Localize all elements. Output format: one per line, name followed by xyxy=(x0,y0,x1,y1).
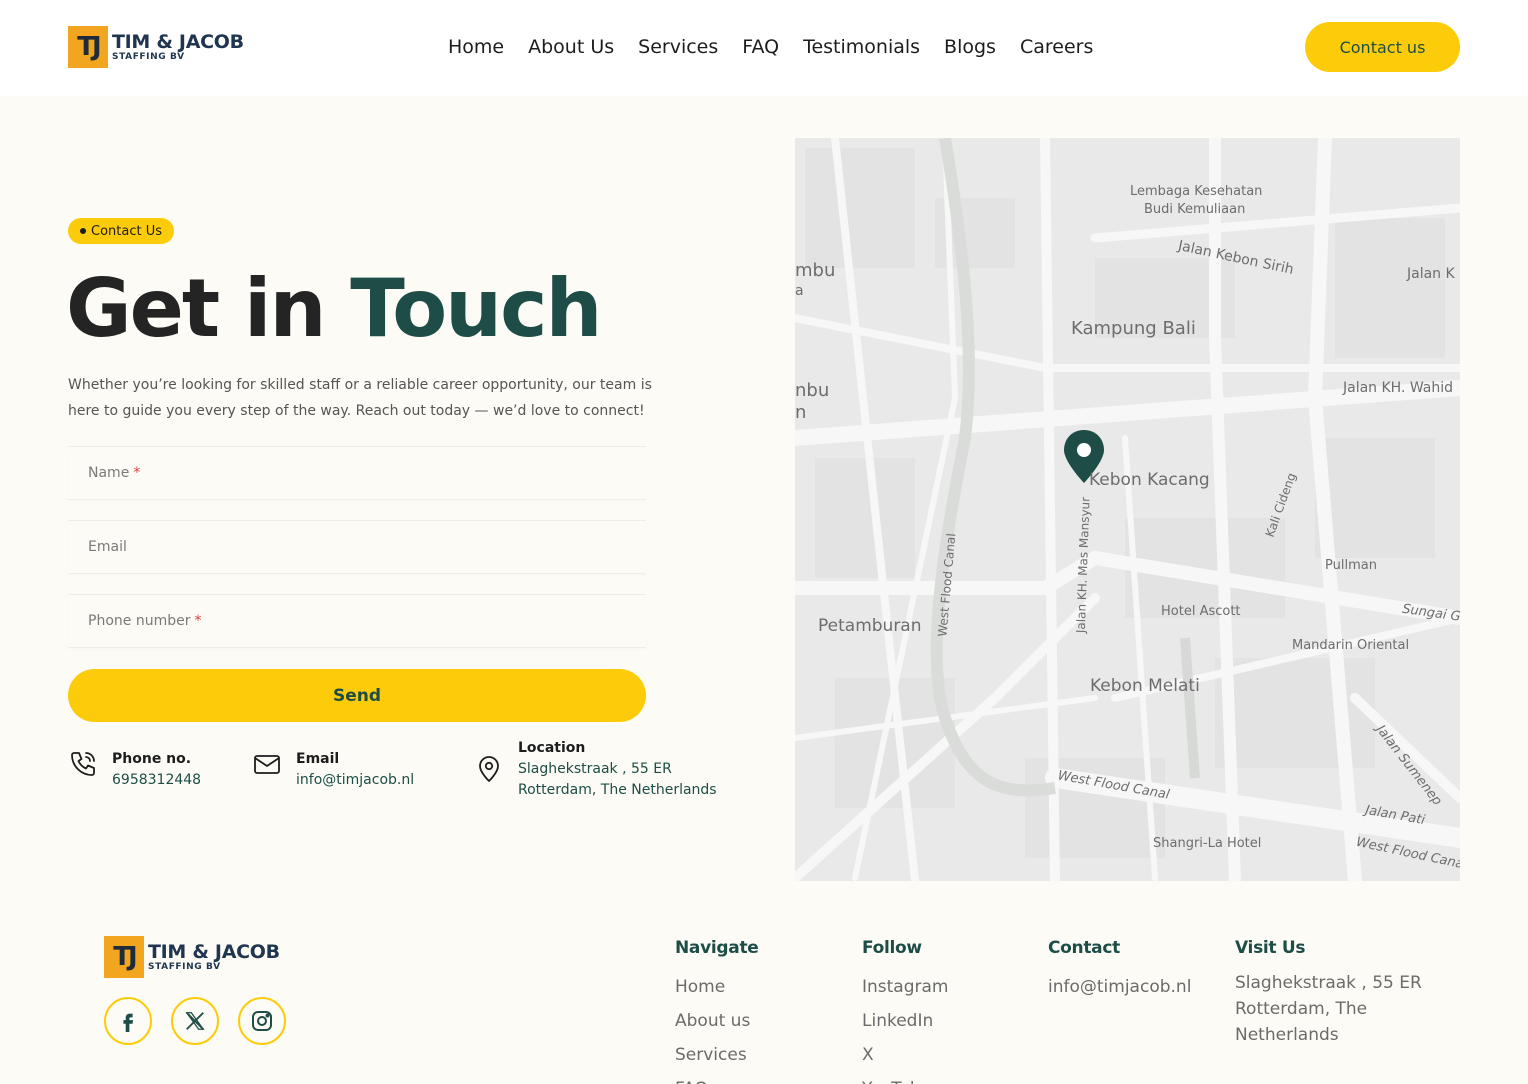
footer-navigate: Navigate Home About us Services FAQ xyxy=(675,938,759,1084)
site-header: TJ TIM & JACOB STAFFING BV Home About Us… xyxy=(0,0,1528,96)
footer-visit-title: Visit Us xyxy=(1235,938,1306,958)
footer-follow-title: Follow xyxy=(862,938,922,958)
footer-link-about[interactable]: About us xyxy=(675,1004,759,1038)
location-pin-icon xyxy=(479,756,499,783)
email-field[interactable]: Email xyxy=(68,520,646,574)
location-line1: Slaghekstraak , 55 ER xyxy=(518,761,672,777)
name-field[interactable]: Name * xyxy=(68,446,646,500)
footer-link-youtube[interactable]: YouTube xyxy=(862,1072,949,1084)
send-button[interactable]: Send xyxy=(68,669,646,722)
footer-link-services[interactable]: Services xyxy=(675,1038,759,1072)
footer-brand-name: TIM & JACOB xyxy=(148,940,280,963)
location-line2: Rotterdam, The Netherlands xyxy=(518,782,717,798)
badge-dot xyxy=(80,228,86,234)
x-button[interactable] xyxy=(171,997,219,1045)
phone-icon xyxy=(71,752,95,776)
instagram-icon xyxy=(252,1011,272,1031)
footer-logo[interactable]: TJ TIM & JACOB STAFFING BV xyxy=(104,936,280,978)
main-nav: Home About Us Services FAQ Testimonials … xyxy=(448,34,1093,60)
footer-address: Slaghekstraak , 55 ER Rotterdam, The Net… xyxy=(1235,973,1422,1045)
footer-contact-title: Contact xyxy=(1048,938,1120,958)
phone-field[interactable]: Phone number * xyxy=(68,594,646,648)
footer-email-link[interactable]: info@timjacob.nl xyxy=(1048,970,1191,1004)
location-info: Location Slaghekstraak , 55 ER Rotterdam… xyxy=(474,738,717,801)
footer-link-home[interactable]: Home xyxy=(675,970,759,1004)
footer-link-linkedin[interactable]: LinkedIn xyxy=(862,1004,949,1038)
footer-logo-mark: TJ xyxy=(104,936,144,978)
footer-link-instagram[interactable]: Instagram xyxy=(862,970,949,1004)
footer-contact: Contact info@timjacob.nl xyxy=(1048,938,1191,1004)
facebook-icon xyxy=(123,1013,134,1032)
nav-careers[interactable]: Careers xyxy=(1020,34,1093,60)
email-label: Email xyxy=(296,751,340,767)
instagram-button[interactable] xyxy=(238,997,286,1045)
nav-faq[interactable]: FAQ xyxy=(742,34,779,60)
page-title: Get in Touch xyxy=(66,262,602,355)
phone-info: Phone no. 6958312448 xyxy=(68,749,201,791)
brand-name: TIM & JACOB xyxy=(112,30,244,53)
email-value[interactable]: info@timjacob.nl xyxy=(296,770,414,791)
nav-about-us[interactable]: About Us xyxy=(528,34,614,60)
logo-mark: TJ xyxy=(68,26,108,68)
email-info: Email info@timjacob.nl xyxy=(252,749,414,791)
brand-logo[interactable]: TJ TIM & JACOB STAFFING BV xyxy=(68,26,244,68)
nav-blogs[interactable]: Blogs xyxy=(944,34,996,60)
mail-icon xyxy=(254,755,280,774)
footer-follow: Follow Instagram LinkedIn X YouTube xyxy=(862,938,949,1084)
footer-link-x[interactable]: X xyxy=(862,1038,949,1072)
footer-link-faq[interactable]: FAQ xyxy=(675,1072,759,1084)
contact-us-button[interactable]: Contact us xyxy=(1305,22,1460,72)
footer-navigate-title: Navigate xyxy=(675,938,759,958)
section-badge: Contact Us xyxy=(68,218,174,244)
brand-sub: STAFFING BV xyxy=(112,51,185,62)
nav-home[interactable]: Home xyxy=(448,34,504,60)
nav-services[interactable]: Services xyxy=(638,34,718,60)
map-roads xyxy=(795,138,1460,881)
phone-label: Phone no. xyxy=(112,751,192,767)
facebook-button[interactable] xyxy=(104,997,152,1045)
intro-text: Whether you’re looking for skilled staff… xyxy=(68,377,652,419)
x-icon xyxy=(185,1012,205,1030)
footer-visit: Visit Us Slaghekstraak , 55 ER Rotterdam… xyxy=(1235,938,1425,1048)
phone-value[interactable]: 6958312448 xyxy=(112,770,201,791)
location-label: Location xyxy=(518,740,586,756)
location-map[interactable]: Lembaga Kesehatan Budi Kemuliaan Jalan K… xyxy=(795,138,1460,881)
footer-brand-sub: STAFFING BV xyxy=(148,961,221,972)
nav-testimonials[interactable]: Testimonials xyxy=(803,34,920,60)
